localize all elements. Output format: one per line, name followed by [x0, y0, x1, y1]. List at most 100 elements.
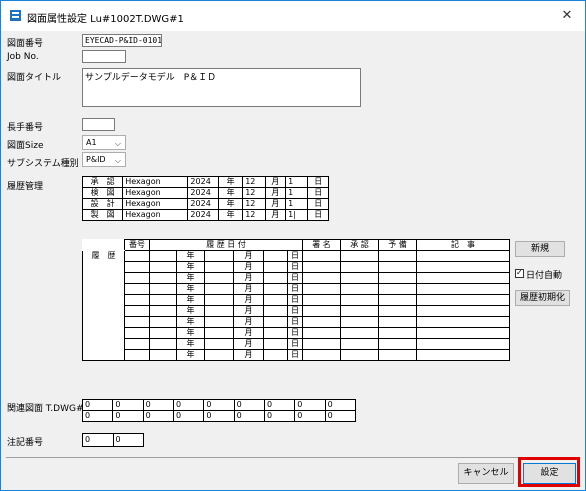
history-year-input[interactable]: [149, 327, 177, 339]
history-year-input[interactable]: [149, 316, 177, 328]
history-reserve-cell[interactable]: [378, 349, 418, 361]
related-drawing-cell[interactable]: 0: [324, 410, 357, 422]
history-day-input[interactable]: [263, 283, 288, 295]
approval-year-cell[interactable]: 2024: [187, 176, 220, 188]
history-notes-cell[interactable]: [416, 250, 511, 262]
related-drawing-cell[interactable]: 0: [81, 410, 114, 422]
history-month-input[interactable]: [204, 261, 234, 273]
approval-name-cell[interactable]: Hexagon: [122, 187, 189, 199]
history-approve-cell[interactable]: [340, 305, 380, 317]
history-month-input[interactable]: [204, 250, 234, 262]
drawing-no-input[interactable]: EYECAD-P&ID-0101: [82, 34, 162, 47]
history-reserve-cell[interactable]: [378, 272, 418, 284]
related-drawing-cell[interactable]: 0: [81, 399, 114, 411]
approval-name-cell[interactable]: Hexagon: [122, 209, 189, 221]
history-sign-cell[interactable]: [302, 349, 342, 361]
history-month-input[interactable]: [204, 316, 234, 328]
history-sign-cell[interactable]: [302, 338, 342, 350]
related-drawing-cell[interactable]: 0: [112, 410, 144, 422]
history-month-input[interactable]: [204, 272, 234, 284]
history-sign-cell[interactable]: [302, 250, 342, 262]
approval-year-cell[interactable]: 2024: [187, 209, 220, 221]
history-reserve-cell[interactable]: [378, 327, 418, 339]
history-no-cell[interactable]: [124, 327, 150, 339]
history-month-input[interactable]: [204, 338, 234, 350]
history-approve-cell[interactable]: [340, 250, 380, 262]
approval-name-cell[interactable]: Hexagon: [122, 176, 189, 188]
history-day-input[interactable]: [263, 272, 288, 284]
history-sign-cell[interactable]: [302, 316, 342, 328]
related-drawing-cell[interactable]: 0: [263, 399, 296, 411]
history-notes-cell[interactable]: [416, 283, 511, 295]
history-day-input[interactable]: [263, 349, 288, 361]
related-drawing-cell[interactable]: 0: [233, 399, 265, 411]
history-reserve-cell[interactable]: [378, 305, 418, 317]
size-select[interactable]: A1 ⌵: [82, 135, 126, 150]
history-year-input[interactable]: [149, 272, 177, 284]
related-drawing-cell[interactable]: 0: [294, 410, 326, 422]
history-no-cell[interactable]: [124, 261, 150, 273]
related-drawing-cell[interactable]: 0: [112, 399, 144, 411]
history-month-input[interactable]: [204, 349, 234, 361]
history-day-input[interactable]: [263, 250, 288, 262]
history-notes-cell[interactable]: [416, 316, 511, 328]
approval-day-cell[interactable]: 1: [285, 176, 309, 188]
history-no-cell[interactable]: [124, 272, 150, 284]
history-year-input[interactable]: [149, 349, 177, 361]
approval-month-cell[interactable]: 12: [242, 176, 266, 188]
history-no-cell[interactable]: [124, 250, 150, 262]
related-drawing-cell[interactable]: 0: [324, 399, 357, 411]
approval-name-cell[interactable]: Hexagon: [122, 198, 189, 210]
history-sign-cell[interactable]: [302, 305, 342, 317]
history-no-cell[interactable]: [124, 338, 150, 350]
cancel-button[interactable]: キャンセル: [458, 463, 514, 484]
history-notes-cell[interactable]: [416, 272, 511, 284]
history-year-input[interactable]: [149, 294, 177, 306]
related-drawing-cell[interactable]: 0: [263, 410, 296, 422]
related-drawing-cell[interactable]: 0: [203, 410, 235, 422]
reset-history-button[interactable]: 履歴初期化: [515, 290, 570, 306]
approval-day-cell[interactable]: 1: [285, 198, 309, 210]
approval-year-cell[interactable]: 2024: [187, 187, 220, 199]
history-reserve-cell[interactable]: [378, 250, 418, 262]
history-year-input[interactable]: [149, 261, 177, 273]
history-month-input[interactable]: [204, 283, 234, 295]
history-sign-cell[interactable]: [302, 283, 342, 295]
history-notes-cell[interactable]: [416, 305, 511, 317]
history-notes-cell[interactable]: [416, 327, 511, 339]
history-approve-cell[interactable]: [340, 294, 380, 306]
history-approve-cell[interactable]: [340, 272, 380, 284]
history-day-input[interactable]: [263, 327, 288, 339]
history-no-cell[interactable]: [124, 283, 150, 295]
history-day-input[interactable]: [263, 338, 288, 350]
related-drawing-cell[interactable]: 0: [203, 399, 235, 411]
history-approve-cell[interactable]: [340, 327, 380, 339]
note-number-cell[interactable]: 0: [112, 433, 144, 447]
history-notes-cell[interactable]: [416, 294, 511, 306]
history-no-cell[interactable]: [124, 305, 150, 317]
title-input[interactable]: サンプルデータモデル P＆ＩＤ: [82, 68, 361, 107]
history-notes-cell[interactable]: [416, 338, 511, 350]
approval-month-cell[interactable]: 12: [242, 198, 266, 210]
history-notes-cell[interactable]: [416, 261, 511, 273]
related-drawing-cell[interactable]: 0: [142, 399, 174, 411]
history-year-input[interactable]: [149, 283, 177, 295]
related-drawing-cell[interactable]: 0: [172, 399, 205, 411]
subsystem-select[interactable]: P&ID ⌵: [82, 152, 126, 167]
history-reserve-cell[interactable]: [378, 261, 418, 273]
history-sign-cell[interactable]: [302, 272, 342, 284]
history-reserve-cell[interactable]: [378, 316, 418, 328]
approval-year-cell[interactable]: 2024: [187, 198, 220, 210]
history-day-input[interactable]: [263, 294, 288, 306]
history-year-input[interactable]: [149, 250, 177, 262]
history-reserve-cell[interactable]: [378, 294, 418, 306]
related-drawing-cell[interactable]: 0: [294, 399, 326, 411]
history-approve-cell[interactable]: [340, 349, 380, 361]
history-year-input[interactable]: [149, 338, 177, 350]
history-reserve-cell[interactable]: [378, 283, 418, 295]
note-number-cell[interactable]: 0: [82, 433, 114, 447]
related-drawing-cell[interactable]: 0: [142, 410, 174, 422]
approval-day-cell[interactable]: 1: [285, 187, 309, 199]
history-month-input[interactable]: [204, 327, 234, 339]
history-sign-cell[interactable]: [302, 327, 342, 339]
